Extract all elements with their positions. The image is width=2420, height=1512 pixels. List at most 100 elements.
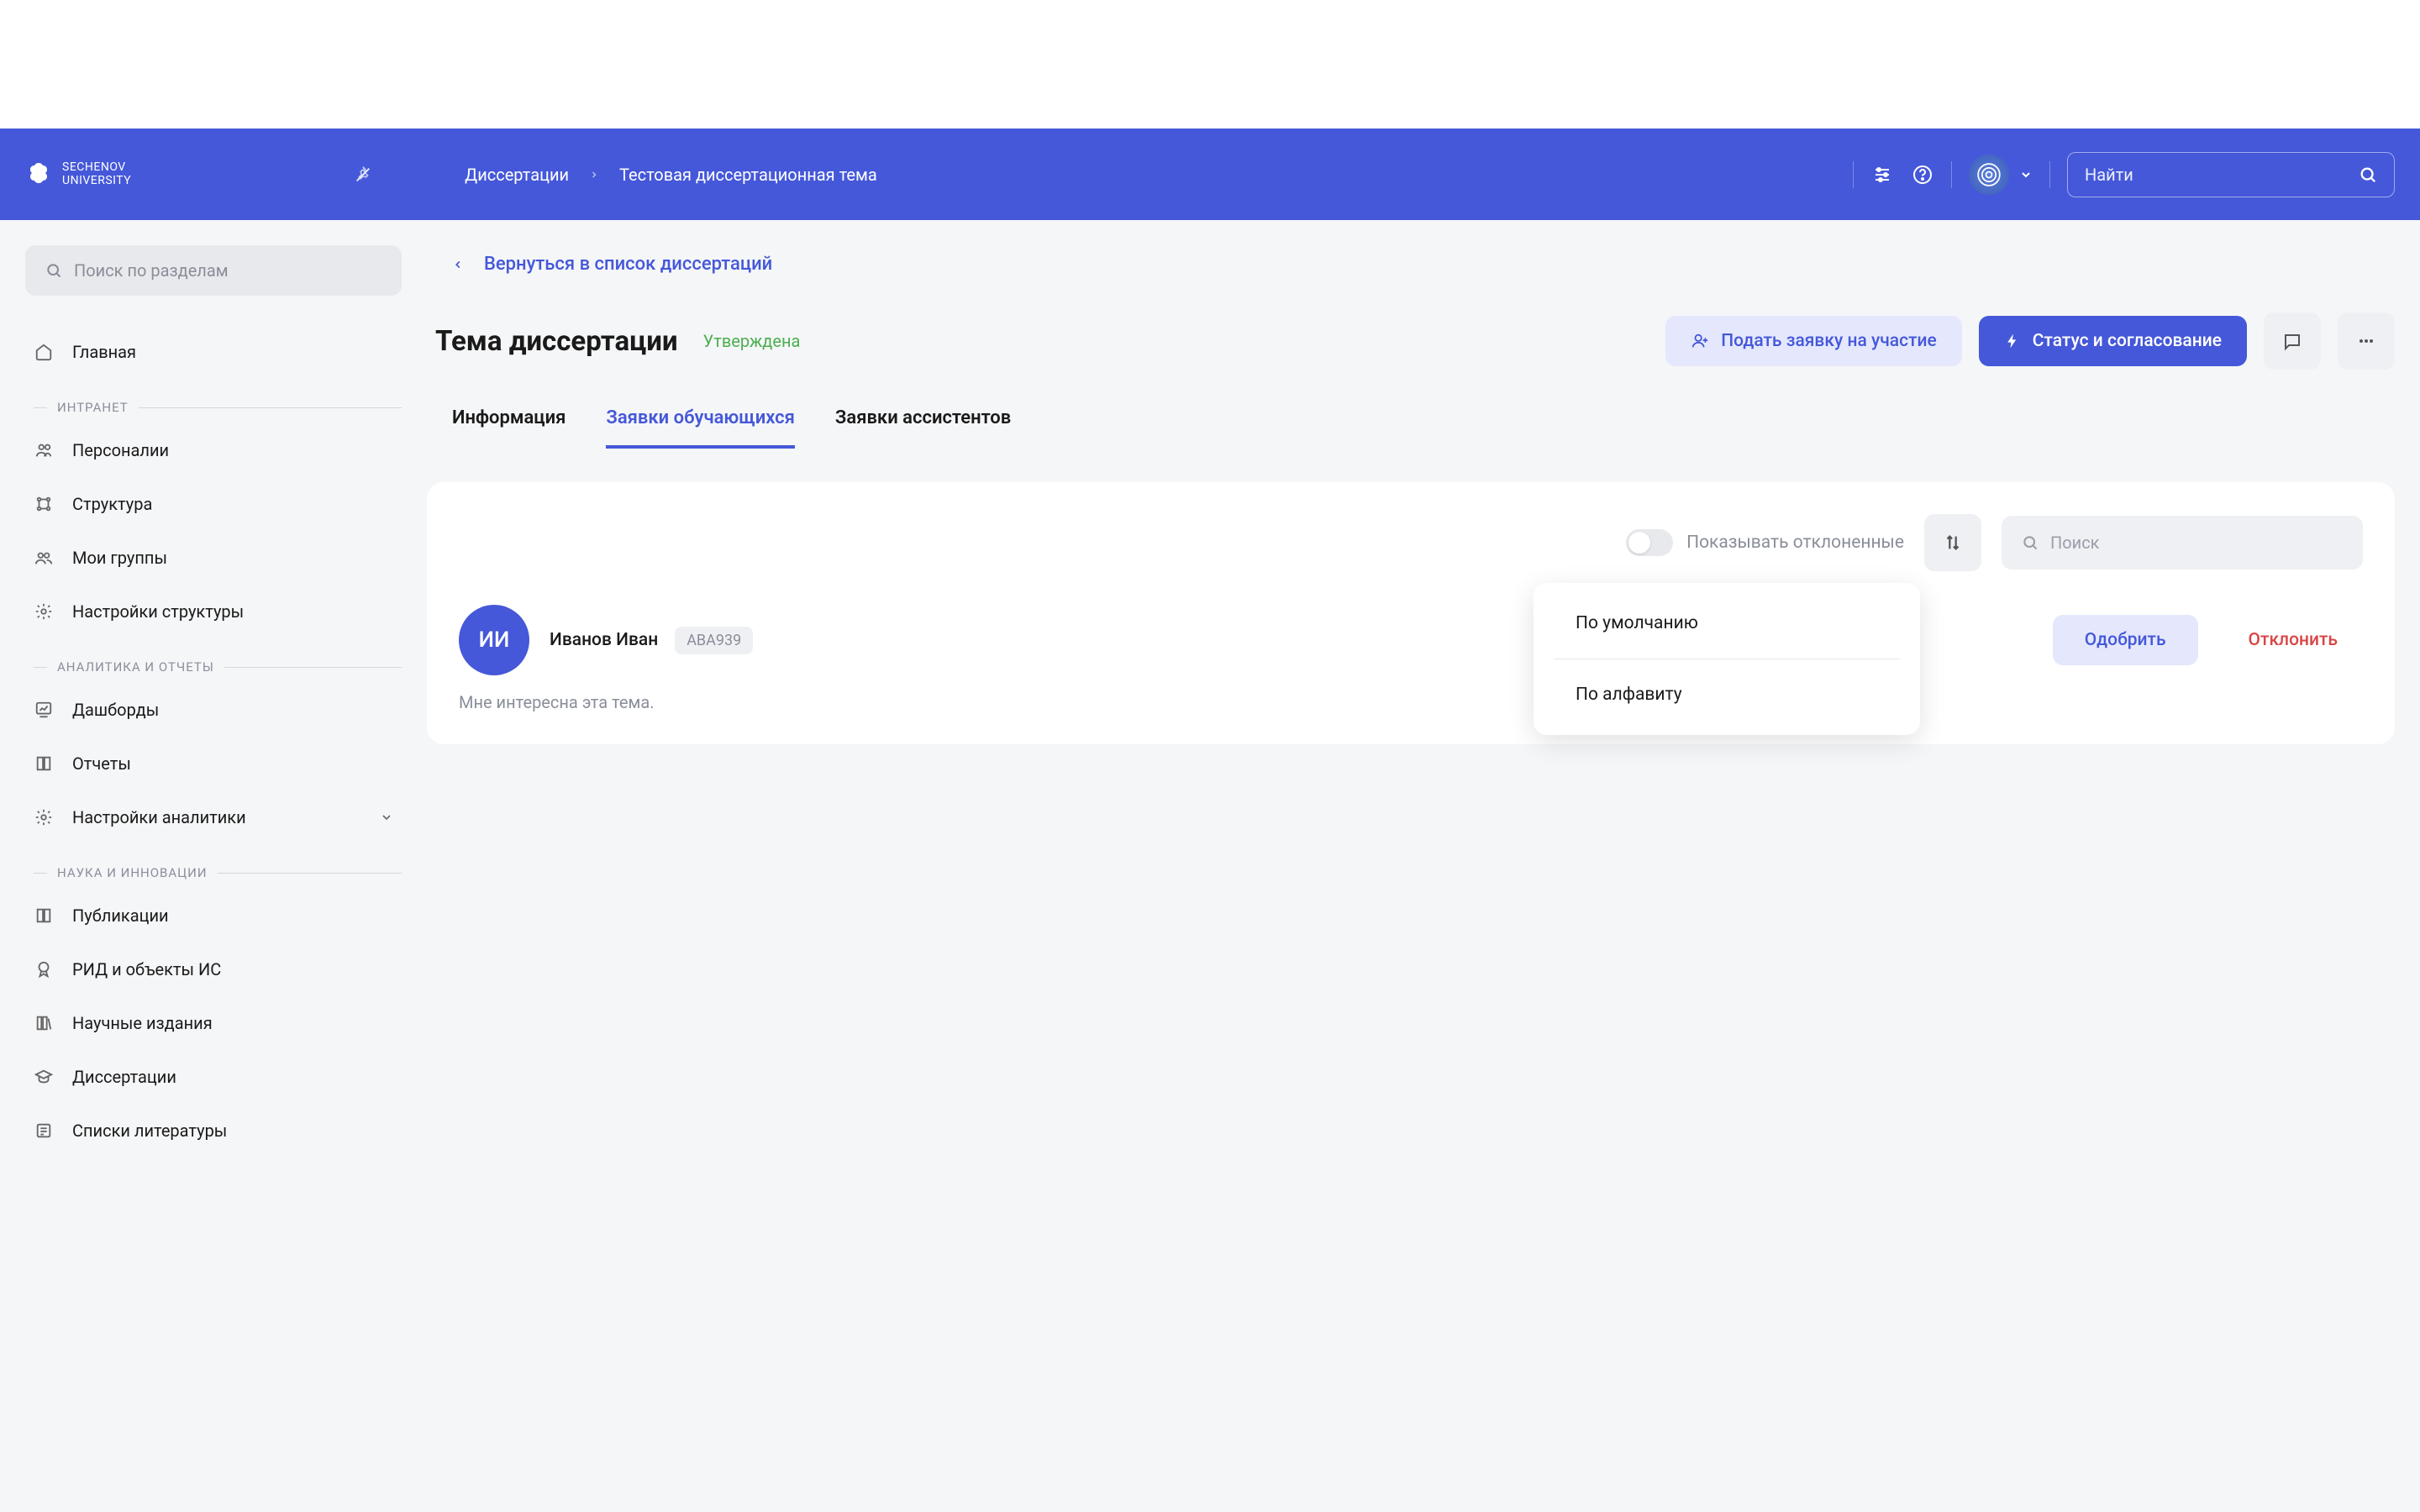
header-search[interactable] — [2067, 152, 2395, 197]
nav-label: Публикации — [72, 906, 169, 926]
page-header: Тема диссертации Утверждена Подать заявк… — [427, 312, 2395, 370]
sidebar-item-dissertations[interactable]: Диссертации — [25, 1050, 402, 1104]
toggle-rejected[interactable]: Показывать отклоненные — [1626, 529, 1904, 556]
app-header: SECHENOV UNIVERSITY Диссертации Тестовая… — [0, 129, 2420, 220]
back-link[interactable]: Вернуться в список диссертаций — [427, 254, 2395, 275]
sidebar-item-struct-settings[interactable]: Настройки структуры — [25, 585, 402, 638]
logo-icon — [25, 161, 52, 188]
chevron-down-icon — [2019, 168, 2033, 181]
reject-button[interactable]: Отклонить — [2223, 615, 2363, 665]
sidebar-item-structure[interactable]: Структура — [25, 477, 402, 531]
status-badge: Утверждена — [703, 331, 801, 351]
sidebar-item-reports[interactable]: Отчеты — [25, 737, 402, 790]
chevron-down-icon — [380, 811, 393, 824]
nav-label: Настройки структуры — [72, 601, 244, 622]
sidebar-item-analytics-settings[interactable]: Настройки аналитики — [25, 790, 402, 844]
applicant-row: ИИ Иванов Иван АВА939 Одобрить Отклонить — [459, 605, 2363, 675]
tabs: Информация Заявки обучающихся Заявки асс… — [427, 407, 2395, 449]
sidebar-search[interactable] — [25, 245, 402, 296]
settings-icon[interactable] — [1870, 163, 1894, 186]
help-icon[interactable] — [1911, 163, 1934, 186]
nav-section-analytics: АНАЛИТИКА И ОТЧЕТЫ — [25, 638, 402, 683]
header-right — [1853, 152, 2395, 197]
breadcrumb: Диссертации Тестовая диссертационная тем… — [465, 165, 877, 185]
dropdown-item-default[interactable]: По умолчанию — [1534, 588, 1920, 659]
nav-section-intranet: ИНТРАНЕТ — [25, 379, 402, 423]
comment-icon — [2282, 331, 2302, 351]
nav-section-science: НАУКА И ИННОВАЦИИ — [25, 844, 402, 889]
card-search[interactable] — [2002, 516, 2363, 570]
apply-button[interactable]: Подать заявку на участие — [1665, 316, 1962, 366]
header-actions: Подать заявку на участие Статус и соглас… — [1665, 312, 2395, 370]
sidebar-item-dashboards[interactable]: Дашборды — [25, 683, 402, 737]
sidebar-search-input[interactable] — [74, 260, 381, 281]
nav-label: Списки литературы — [72, 1121, 227, 1141]
more-button[interactable] — [2338, 312, 2395, 370]
card-toolbar: Показывать отклоненные — [459, 514, 2363, 571]
nav-label: Мои группы — [72, 548, 167, 568]
page-title: Тема диссертации — [435, 325, 678, 358]
applicant-note: Мне интересна эта тема. — [459, 692, 2363, 712]
toggle-label: Показывать отклоненные — [1686, 533, 1904, 553]
sidebar-item-groups[interactable]: Мои группы — [25, 531, 402, 585]
nav-label: Персоналии — [72, 440, 169, 460]
nav-label: Главная — [72, 342, 136, 362]
home-icon — [34, 342, 54, 362]
dashboard-icon — [34, 700, 54, 720]
dropdown-item-alphabet[interactable]: По алфавиту — [1534, 659, 1920, 730]
sort-icon — [1944, 533, 1962, 552]
main-content: Вернуться в список диссертаций Тема дисс… — [427, 220, 2420, 1183]
logo[interactable]: SECHENOV UNIVERSITY — [25, 161, 131, 188]
tab-assistants[interactable]: Заявки ассистентов — [835, 407, 1011, 449]
sidebar-item-journals[interactable]: Научные издания — [25, 996, 402, 1050]
applicant-actions: Одобрить Отклонить — [2053, 615, 2363, 665]
applicant-avatar: ИИ — [459, 605, 529, 675]
sidebar: Главная ИНТРАНЕТ Персоналии Структура Мо… — [0, 220, 427, 1183]
sort-button[interactable] — [1924, 514, 1981, 571]
nav-label: Научные издания — [72, 1013, 213, 1033]
applicant-info: Иванов Иван АВА939 — [550, 627, 753, 654]
award-icon — [34, 959, 54, 979]
pin-icon[interactable] — [354, 165, 372, 184]
sidebar-item-publications[interactable]: Публикации — [25, 889, 402, 942]
applicant-code: АВА939 — [675, 627, 753, 654]
breadcrumb-parent[interactable]: Диссертации — [465, 165, 569, 185]
sidebar-item-personalii[interactable]: Персоналии — [25, 423, 402, 477]
breadcrumb-current: Тестовая диссертационная тема — [619, 165, 877, 185]
applicant-name[interactable]: Иванов Иван — [550, 630, 658, 650]
applications-card: Показывать отклоненные По умолчанию По а… — [427, 482, 2395, 744]
approve-button[interactable]: Одобрить — [2053, 615, 2198, 665]
structure-icon — [34, 494, 54, 514]
user-plus-icon — [1691, 332, 1709, 350]
user-menu[interactable] — [1969, 155, 2033, 195]
users-icon — [34, 440, 54, 460]
divider — [1951, 161, 1952, 188]
toggle-switch[interactable] — [1626, 529, 1673, 556]
divider — [1853, 161, 1854, 188]
graduation-icon — [34, 1067, 54, 1087]
avatar — [1969, 155, 2009, 195]
nav-label: Структура — [72, 494, 152, 514]
search-icon — [45, 262, 62, 279]
status-button[interactable]: Статус и согласование — [1979, 316, 2247, 366]
card-search-input[interactable] — [2050, 533, 2343, 553]
books-icon — [34, 1013, 54, 1033]
groups-icon — [34, 548, 54, 568]
tab-info[interactable]: Информация — [452, 407, 566, 449]
sidebar-item-rid[interactable]: РИД и объекты ИС — [25, 942, 402, 996]
sidebar-item-bibliography[interactable]: Списки литературы — [25, 1104, 402, 1158]
top-spacer — [0, 0, 2420, 129]
nav-label: Настройки аналитики — [72, 807, 246, 827]
sort-dropdown: По умолчанию По алфавиту — [1534, 583, 1920, 735]
header-search-input[interactable] — [2085, 165, 2359, 185]
nav-label: РИД и объекты ИС — [72, 959, 221, 979]
logo-text: SECHENOV UNIVERSITY — [62, 161, 131, 187]
main-layout: Главная ИНТРАНЕТ Персоналии Структура Мо… — [0, 220, 2420, 1183]
nav-label: Дашборды — [72, 700, 159, 720]
book-icon — [34, 906, 54, 926]
tab-students[interactable]: Заявки обучающихся — [606, 407, 795, 449]
sidebar-item-home[interactable]: Главная — [25, 325, 402, 379]
gear-icon — [34, 601, 54, 622]
comment-button[interactable] — [2264, 312, 2321, 370]
gear-icon — [34, 807, 54, 827]
